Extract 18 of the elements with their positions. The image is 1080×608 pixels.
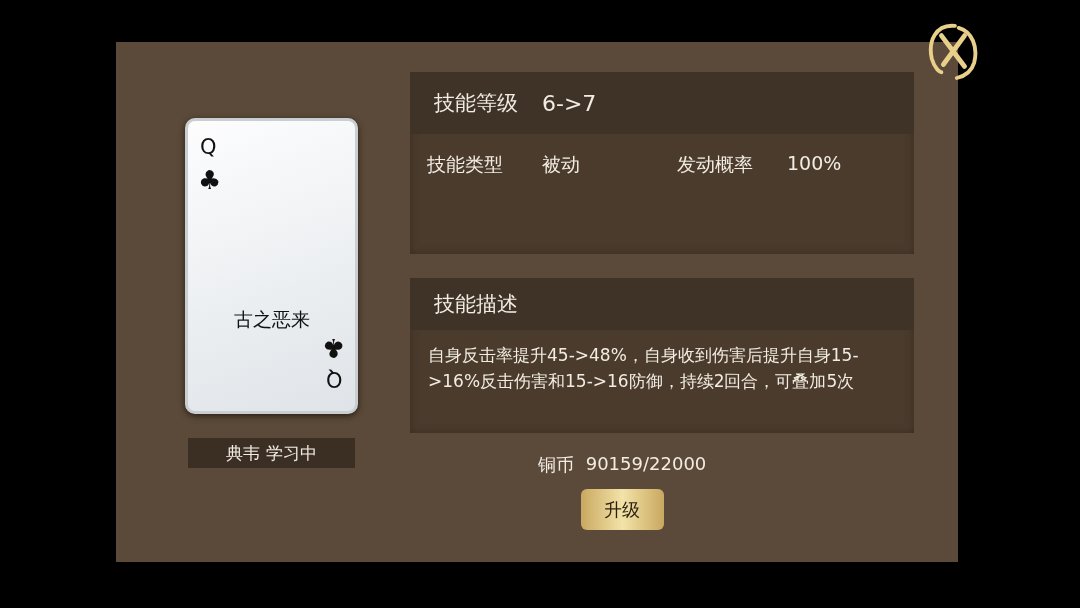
- chance-value: 100%: [787, 152, 842, 176]
- type-value: 被动: [542, 152, 581, 177]
- panel-title: 技能描述: [434, 291, 518, 318]
- coin-amount: 90159/22000: [585, 453, 707, 476]
- panel-title: 技能等级: [434, 90, 518, 117]
- card-name: 古之恶来: [232, 307, 311, 332]
- club-suit: ♣: [198, 165, 222, 195]
- card-rank: Q: [326, 367, 343, 391]
- level-change: 6->7: [542, 90, 597, 116]
- upgrade-button[interactable]: 升级: [580, 489, 664, 530]
- type-label: 技能类型: [427, 152, 504, 177]
- skill-description: 自身反击率提升45->48%，自身收到伤害后提升自身15->16%反击伤害和15->16防御，持续2回合，可叠加5次: [428, 344, 860, 393]
- chance-label: 发动概率: [677, 152, 754, 177]
- club-suit: ♣: [321, 333, 345, 363]
- coin-label: 铜币: [537, 453, 574, 477]
- close-icon[interactable]: [926, 22, 980, 80]
- card-rank: Q: [200, 135, 217, 159]
- learner-label: 典韦 学习中: [188, 438, 355, 468]
